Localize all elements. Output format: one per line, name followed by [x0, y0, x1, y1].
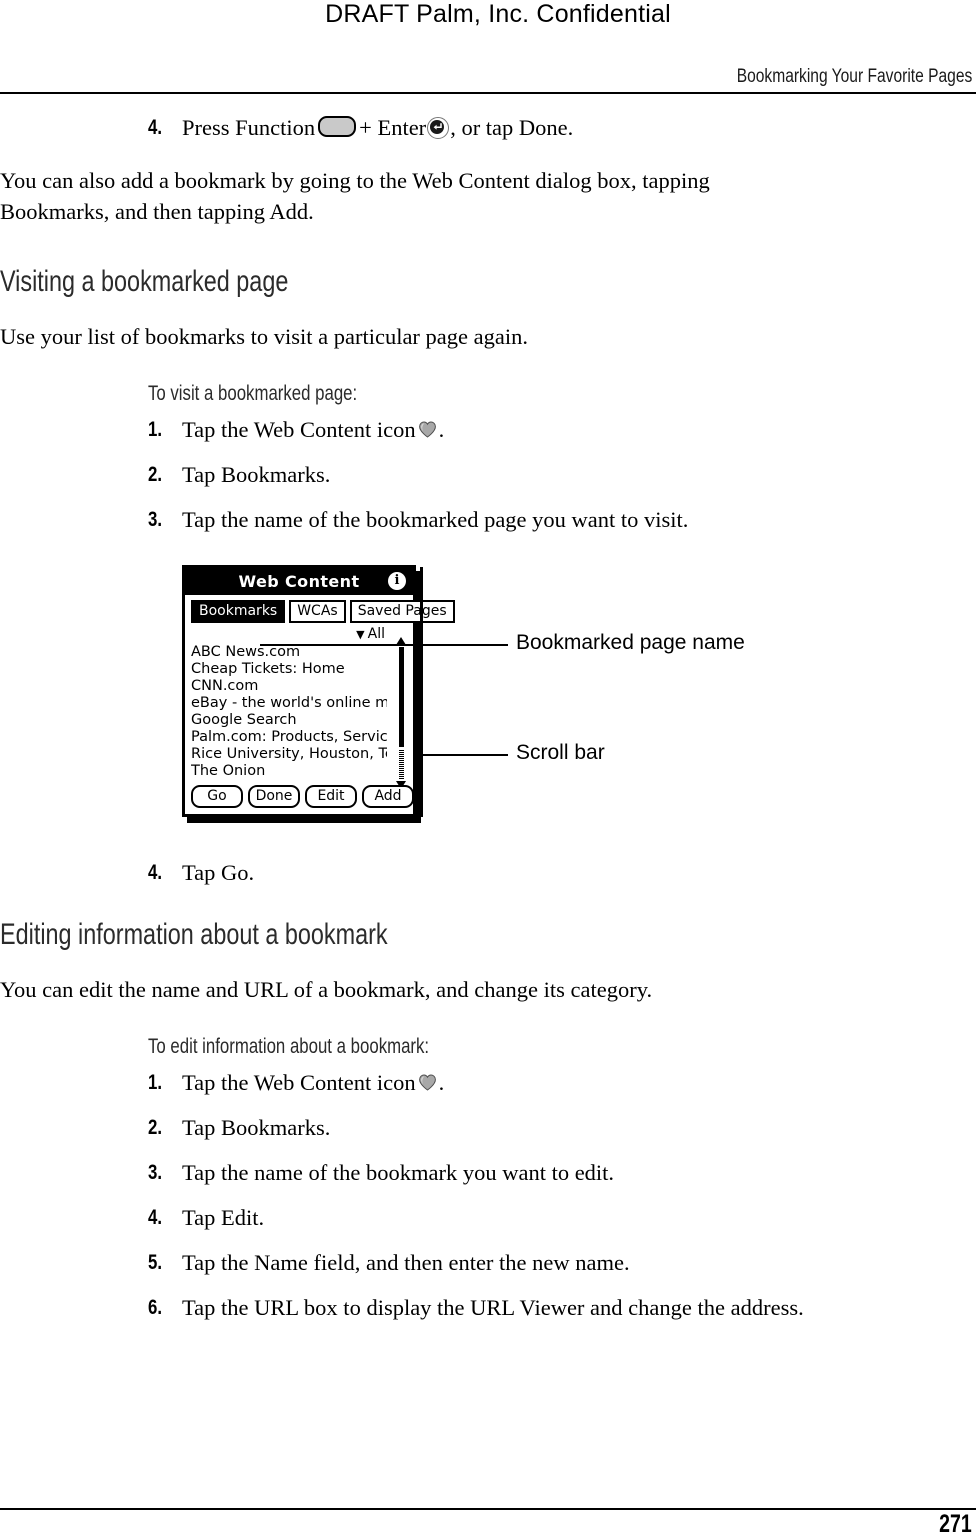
procedure-heading-edit: To edit information about a bookmark:: [148, 1035, 430, 1058]
step-text-after-keys: , or tap Done.: [450, 115, 574, 140]
step-text: Tap Bookmarks.: [182, 462, 331, 487]
page-number: 271: [939, 1510, 972, 1538]
dialog-title-bar: Web Content i: [185, 568, 413, 595]
tab-saved-pages[interactable]: Saved Pages: [349, 600, 455, 623]
add-button[interactable]: Add: [362, 785, 414, 808]
step-number: 6.: [148, 1296, 163, 1319]
step-item: 4. Press Function + Enter , or tap Done.: [148, 112, 958, 143]
header-divider-rule: [0, 92, 976, 94]
callout-label-scroll-bar: Scroll bar: [516, 741, 605, 764]
palm-device-figure: Web Content i Bookmarks WCAs Saved Pages…: [182, 565, 822, 827]
step-text-tail: .: [438, 417, 445, 442]
function-key-icon: [318, 116, 357, 137]
go-button[interactable]: Go: [191, 785, 243, 808]
step-number: 5.: [148, 1251, 163, 1274]
edit-button[interactable]: Edit: [305, 785, 357, 808]
web-content-dialog: Web Content i Bookmarks WCAs Saved Pages…: [182, 565, 455, 817]
list-item[interactable]: Palm.com: Products, Services & Co: [191, 729, 387, 746]
callout-leader-inner: [260, 644, 423, 646]
step-text: Tap the Web Content icon: [182, 417, 416, 442]
scroll-track[interactable]: [399, 749, 404, 779]
list-item[interactable]: CNN.com: [191, 678, 387, 695]
step-item: 2. Tap Bookmarks.: [148, 459, 958, 490]
done-button[interactable]: Done: [248, 785, 300, 808]
callout-leader-scroll-bar: [423, 754, 508, 756]
step-number: 2.: [148, 1116, 163, 1139]
tab-bookmarks[interactable]: Bookmarks: [191, 600, 286, 623]
web-content-heart-icon: [418, 416, 437, 438]
draft-watermark: DRAFT Palm, Inc. Confidential: [325, 0, 671, 28]
dialog-button-row: Go Done Edit Add: [191, 785, 414, 808]
list-item[interactable]: ABC News.com: [191, 644, 387, 661]
web-content-heart-icon: [418, 1069, 437, 1091]
step-number: 3.: [148, 508, 163, 531]
step-text: Tap the Name field, and then enter the n…: [182, 1250, 630, 1275]
step-text-tail: .: [438, 1070, 445, 1095]
step-item: 2. Tap Bookmarks.: [148, 1112, 958, 1143]
step-number: 2.: [148, 463, 163, 486]
step-text-between-keys: + Enter: [359, 115, 427, 140]
step-number: 3.: [148, 1161, 163, 1184]
list-item[interactable]: Rice University, Houston, Texas: [191, 746, 387, 763]
step-number: 4.: [148, 861, 163, 884]
tab-bar: Bookmarks WCAs Saved Pages: [191, 600, 455, 623]
step-text-before-function-key: Press Function: [182, 115, 316, 140]
step-item: 4. Tap Edit.: [148, 1202, 958, 1233]
tab-wcas[interactable]: WCAs: [289, 600, 346, 623]
bookmark-list: ABC News.com Cheap Tickets: Home CNN.com…: [191, 644, 387, 780]
callout-leader-bookmark-name: [423, 644, 508, 646]
step-item: 3. Tap the name of the bookmarked page yo…: [148, 504, 958, 535]
chevron-down-icon: ▼: [356, 628, 365, 641]
callout-label-bookmarked-page-name: Bookmarked page name: [516, 631, 745, 654]
step-text: Tap the URL box to display the URL Viewe…: [182, 1295, 804, 1320]
step-item: 4. Tap Go.: [148, 857, 958, 888]
dialog-title: Web Content: [238, 572, 360, 591]
step-number: 1.: [148, 418, 163, 441]
list-item[interactable]: Cheap Tickets: Home: [191, 661, 387, 678]
scroll-bar[interactable]: [396, 637, 407, 789]
section-heading-visiting: Visiting a bookmarked page: [0, 265, 289, 298]
footer-divider-rule: [0, 1508, 976, 1510]
list-item[interactable]: The Onion: [191, 763, 387, 780]
scroll-thumb[interactable]: [399, 647, 404, 747]
step-number: 1.: [148, 1071, 163, 1094]
procedure-heading-visit: To visit a bookmarked page:: [148, 382, 358, 405]
list-item[interactable]: Google Search: [191, 712, 387, 729]
step-number: 4.: [148, 1206, 163, 1229]
step-item: 6. Tap the URL box to display the URL Vie…: [148, 1292, 958, 1323]
step-text: Tap the Web Content icon: [182, 1070, 416, 1095]
step-item: 1. Tap the Web Content icon.: [148, 414, 958, 445]
callout-spine-line: [420, 567, 423, 817]
section-heading-editing: Editing information about a bookmark: [0, 918, 388, 951]
step-item: 1. Tap the Web Content icon.: [148, 1067, 958, 1098]
list-item[interactable]: eBay - the world's online marketp: [191, 695, 387, 712]
step-text: Tap Bookmarks.: [182, 1115, 331, 1140]
category-label: All: [367, 626, 385, 642]
step-number: 4.: [148, 116, 163, 139]
step-item: 3. Tap the name of the bookmark you want …: [148, 1157, 958, 1188]
step-text: Tap Edit.: [182, 1205, 265, 1230]
step-item: 5. Tap the Name field, and then enter the…: [148, 1247, 958, 1278]
step-text: Tap Go.: [182, 860, 255, 885]
section2-paragraph: You can edit the name and URL of a bookm…: [0, 977, 653, 1002]
category-selector[interactable]: ▼ All: [191, 626, 407, 643]
info-icon[interactable]: i: [388, 572, 406, 590]
running-header: Bookmarking Your Favorite Pages: [736, 66, 972, 87]
section1-paragraph: Use your list of bookmarks to visit a pa…: [0, 324, 528, 349]
enter-key-icon: [427, 117, 450, 139]
page-content: 4. Press Function + Enter , or tap Done. Yo…: [0, 112, 976, 1323]
step-text: Tap the name of the bookmark you want to…: [182, 1160, 615, 1185]
dialog-body: Bookmarks WCAs Saved Pages ▼ All ABC News…: [185, 595, 455, 814]
intro-paragraph: You can also add a bookmark by going to …: [0, 168, 710, 224]
step-text: Tap the name of the bookmarked page you …: [182, 507, 689, 532]
